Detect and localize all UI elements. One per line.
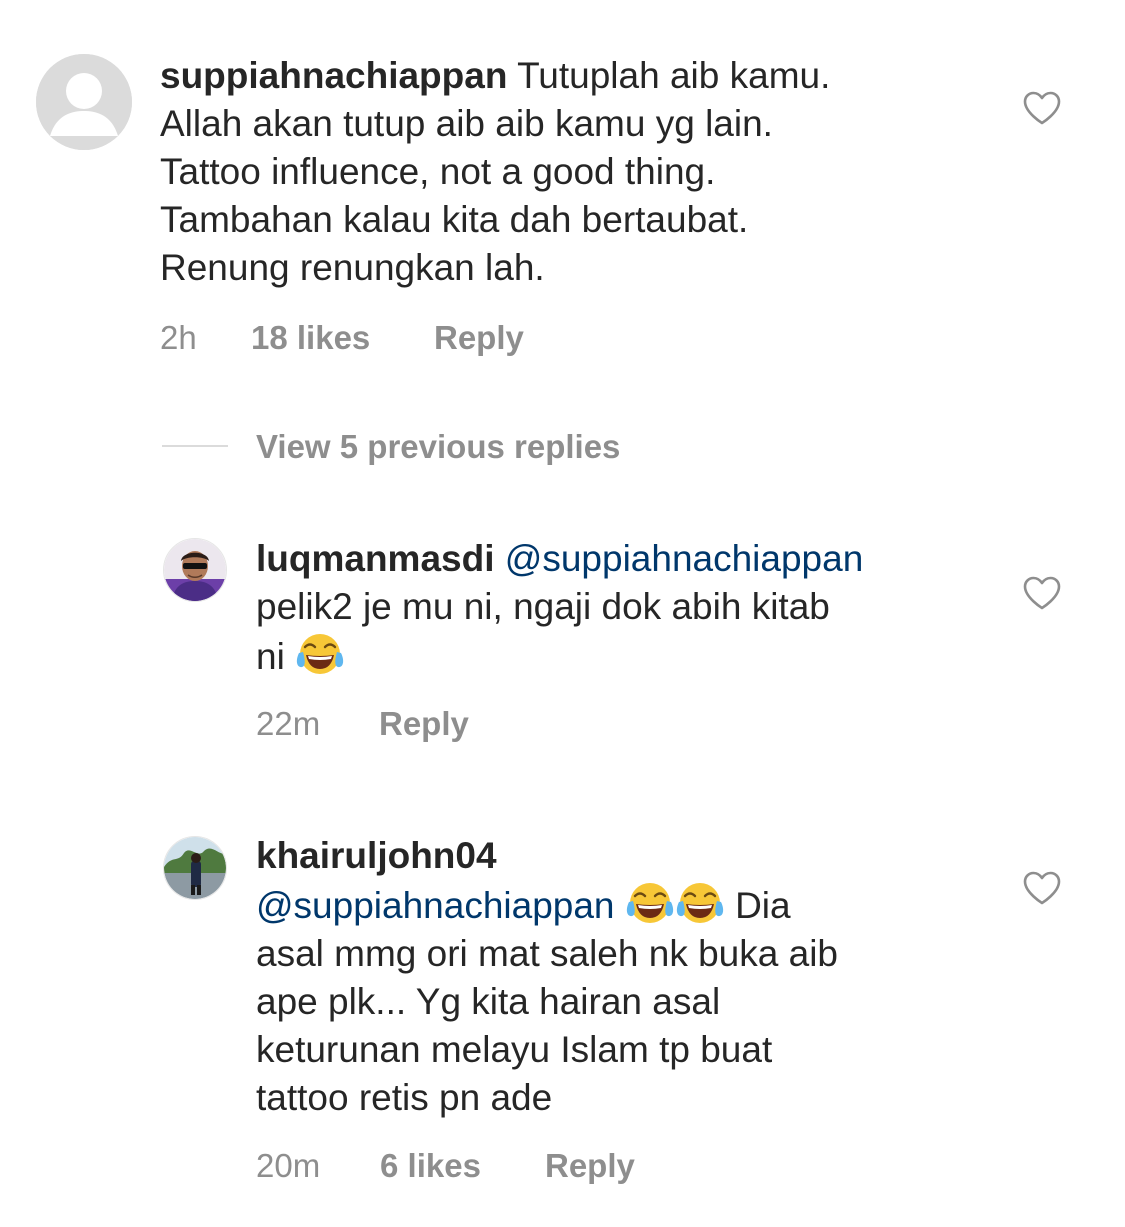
comment-line: tattoo retis pn ade: [256, 1077, 553, 1118]
comment-time: 20m: [256, 1147, 321, 1184]
comment-line: Tutuplah aib kamu.: [517, 55, 831, 96]
comment-time: 22m: [256, 705, 321, 742]
comment-text: luqmanmasdi @suppiahnachiappan pelik2 je…: [256, 535, 986, 681]
likes-count[interactable]: 18 likes: [251, 319, 370, 357]
comment-time: 2h: [160, 319, 197, 356]
comment-text: suppiahnachiappan Tutuplah aib kamu. All…: [160, 52, 990, 292]
heart-outline-icon[interactable]: [1022, 575, 1062, 611]
comment-line: pelik2 je mu ni, ngaji dok abih kitab: [256, 586, 830, 627]
divider-line: [162, 445, 228, 447]
comment-word: Dia: [735, 885, 791, 926]
heart-outline-icon[interactable]: [1022, 870, 1062, 906]
profile-photo: [164, 539, 226, 601]
comment-line: Renung renungkan lah.: [160, 247, 545, 288]
reply-button[interactable]: Reply: [545, 1147, 635, 1185]
mention-link[interactable]: @suppiahnachiappan: [505, 538, 864, 579]
mention-link[interactable]: @suppiahnachiappan: [256, 885, 615, 926]
comment-username[interactable]: khairuljohn04: [256, 835, 497, 876]
likes-count[interactable]: 6 likes: [380, 1147, 481, 1185]
avatar[interactable]: [163, 538, 227, 602]
avatar[interactable]: [163, 836, 227, 900]
reply-button[interactable]: Reply: [379, 705, 469, 743]
comment-line: asal mmg ori mat saleh nk buka aib: [256, 933, 838, 974]
comment-line: Tambahan kalau kita dah bertaubat.: [160, 199, 749, 240]
comment-line: Allah akan tutup aib aib kamu yg lain.: [160, 103, 773, 144]
heart-outline-icon[interactable]: [1022, 90, 1062, 126]
face-with-tears-of-joy-emoji: [296, 634, 344, 674]
comment-username[interactable]: luqmanmasdi: [256, 538, 495, 579]
comment-line: ape plk... Yg kita hairan asal: [256, 981, 721, 1022]
reply-button[interactable]: Reply: [434, 319, 524, 357]
face-with-tears-of-joy-emoji: [676, 883, 723, 923]
profile-photo: [164, 837, 226, 899]
default-avatar-icon: [36, 54, 132, 150]
view-replies-label[interactable]: View 5 previous replies: [256, 428, 620, 466]
avatar[interactable]: [36, 54, 132, 150]
comment-line: Tattoo influence, not a good thing.: [160, 151, 716, 192]
comment-line: keturunan melayu Islam tp buat: [256, 1029, 773, 1070]
comment-username[interactable]: suppiahnachiappan: [160, 55, 507, 96]
comment-line: ni: [256, 636, 285, 677]
face-with-tears-of-joy-emoji: [626, 883, 673, 923]
comment-text: khairuljohn04 @suppiahnachiappan Dia asa…: [256, 832, 986, 1122]
